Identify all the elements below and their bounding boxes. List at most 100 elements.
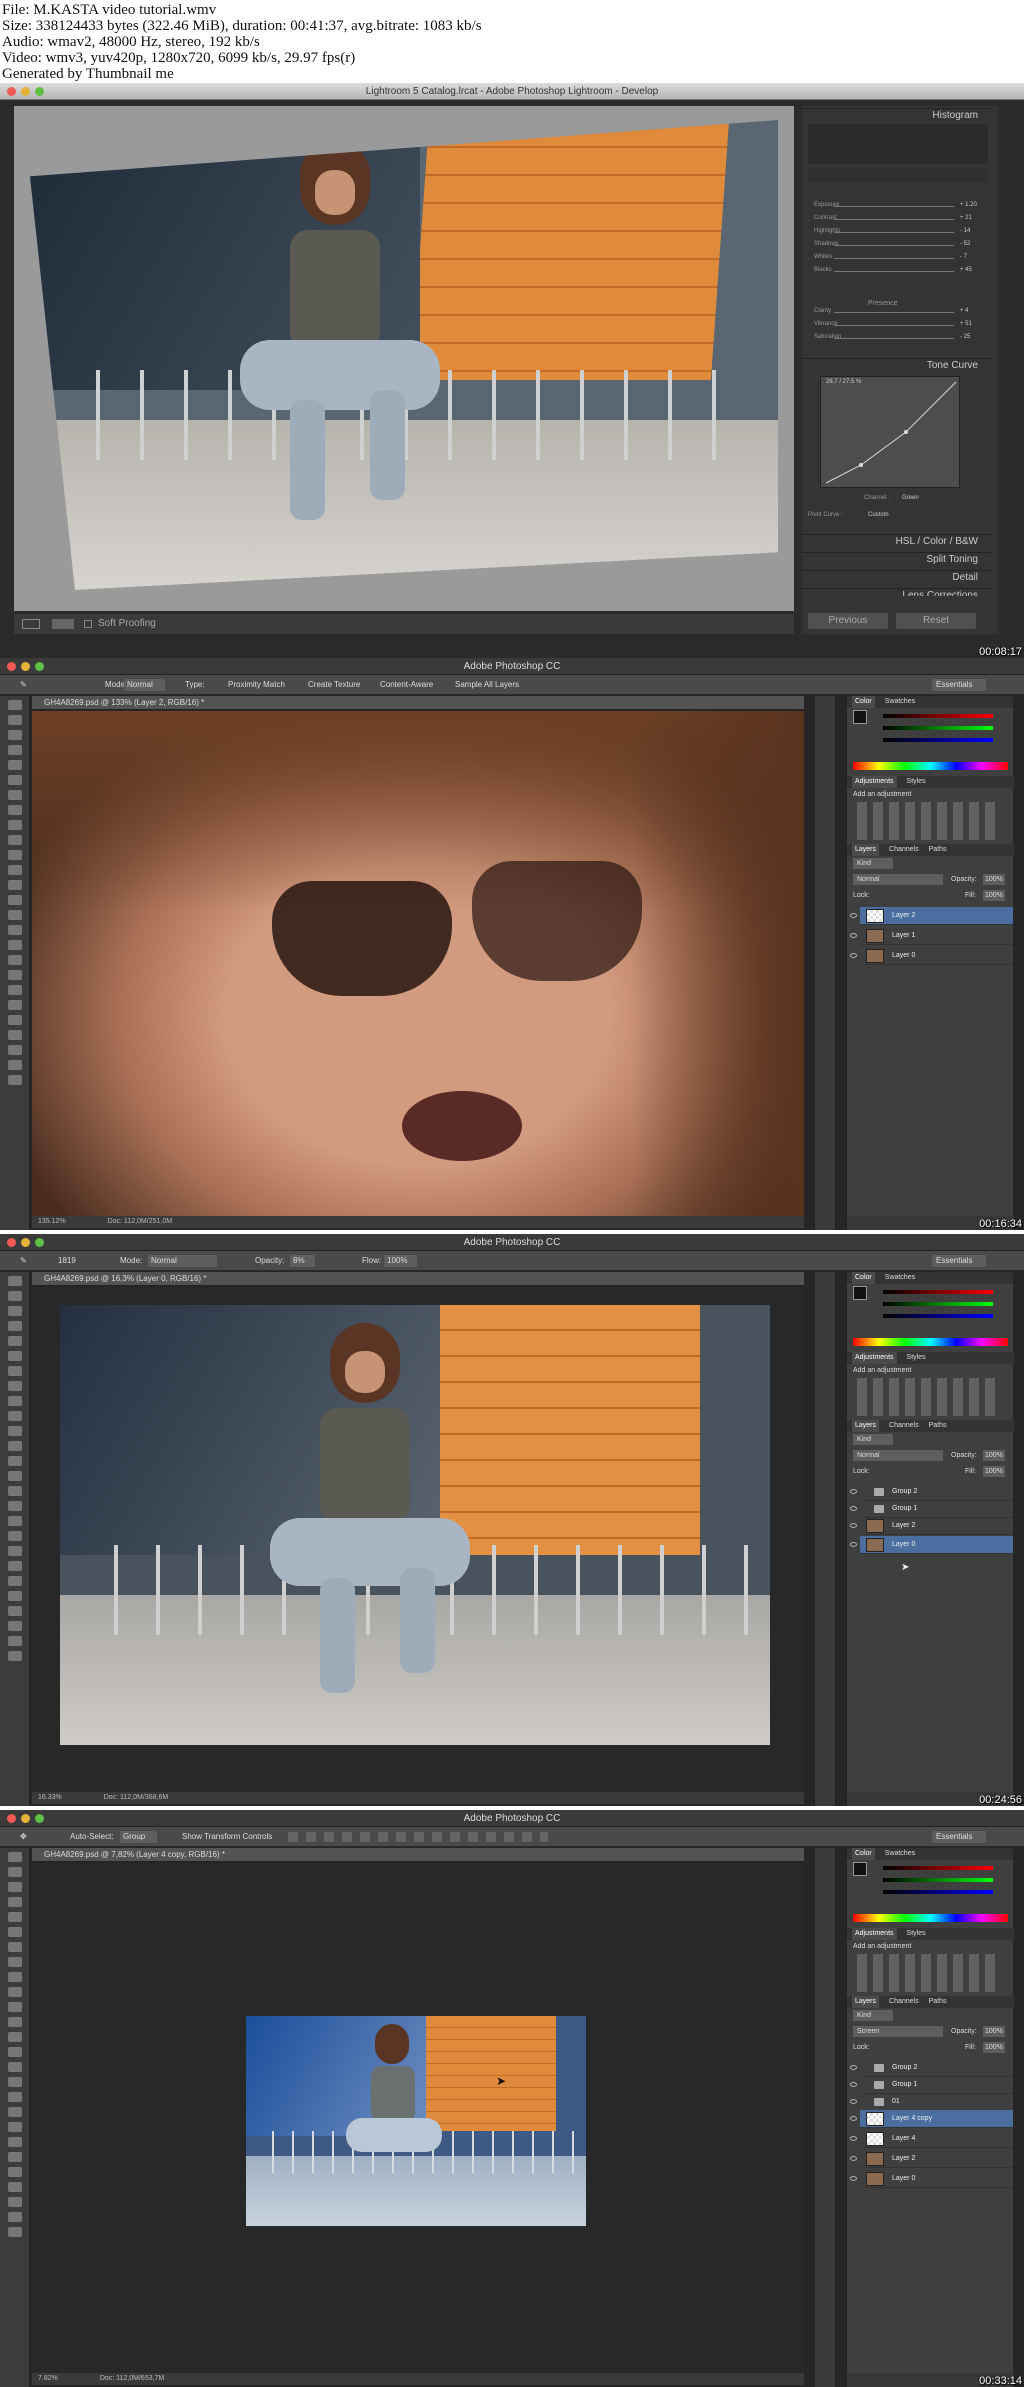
tool-button-icon[interactable]: [8, 2077, 22, 2087]
adjustment-icons[interactable]: [857, 1378, 997, 1416]
tab-styles[interactable]: Styles: [907, 776, 926, 788]
slider-value[interactable]: - 52: [960, 241, 970, 247]
tool-button-icon[interactable]: [8, 865, 22, 875]
tool-button-icon[interactable]: [8, 910, 22, 920]
tool-button-icon[interactable]: [8, 1912, 22, 1922]
adjustment-slider[interactable]: [834, 245, 954, 246]
tool-button-icon[interactable]: [8, 715, 22, 725]
tab-paths[interactable]: Paths: [929, 844, 947, 856]
visibility-eye-icon[interactable]: [850, 1506, 857, 1511]
tool-button-icon[interactable]: [8, 1456, 22, 1466]
tool-button-icon[interactable]: [8, 745, 22, 755]
tool-button-icon[interactable]: [8, 730, 22, 740]
visibility-eye-icon[interactable]: [850, 953, 857, 958]
group-select[interactable]: Group: [120, 1831, 158, 1843]
sample-all-checkbox[interactable]: Sample All Layers: [455, 675, 519, 695]
tab-adjustments[interactable]: Adjustments: [852, 1352, 897, 1364]
tool-button-icon[interactable]: [8, 1276, 22, 1286]
tool-button-icon[interactable]: [8, 1942, 22, 1952]
mode-select[interactable]: Normal: [124, 679, 165, 691]
tool-button-icon[interactable]: [8, 925, 22, 935]
tool-button-icon[interactable]: [8, 1882, 22, 1892]
visibility-eye-icon[interactable]: [850, 2065, 857, 2070]
tool-button-icon[interactable]: [8, 1321, 22, 1331]
visibility-eye-icon[interactable]: [850, 1523, 857, 1528]
tool-button-icon[interactable]: [8, 2227, 22, 2237]
tool-button-icon[interactable]: [8, 1987, 22, 1997]
fill-field[interactable]: 100%: [983, 890, 1005, 901]
tool-button-icon[interactable]: [8, 1030, 22, 1040]
tool-button-icon[interactable]: [8, 2152, 22, 2162]
adjustment-slider[interactable]: [834, 219, 954, 220]
move-tool-icon[interactable]: ✥: [20, 1827, 27, 1847]
tool-button-icon[interactable]: [8, 1291, 22, 1301]
adjustment-slider[interactable]: [834, 206, 954, 207]
tab-layers[interactable]: Layers: [852, 1996, 880, 2008]
tool-button-icon[interactable]: [8, 1396, 22, 1406]
tab-color[interactable]: Color: [852, 696, 875, 708]
tool-button-icon[interactable]: [8, 1957, 22, 1967]
workspace-select[interactable]: Essentials: [932, 679, 987, 691]
tool-button-icon[interactable]: [8, 2047, 22, 2057]
zoom-readout[interactable]: 16.33%: [38, 1794, 62, 1801]
visibility-eye-icon[interactable]: [850, 2176, 857, 2181]
tool-button-icon[interactable]: [8, 955, 22, 965]
detail-header[interactable]: Detail: [802, 570, 992, 584]
brush-icon[interactable]: ✎: [20, 1251, 27, 1271]
healing-brush-icon[interactable]: ✎: [20, 675, 27, 695]
tool-button-icon[interactable]: [8, 1075, 22, 1085]
tool-button-icon[interactable]: [8, 1651, 22, 1661]
close-window-button[interactable]: [7, 662, 16, 671]
minimize-window-button[interactable]: [21, 1814, 30, 1823]
close-window-button[interactable]: [7, 1238, 16, 1247]
slider-value[interactable]: - 14: [960, 228, 970, 234]
blend-mode-select[interactable]: Normal: [853, 874, 943, 885]
tab-adjustments[interactable]: Adjustments: [852, 1928, 897, 1940]
tool-button-icon[interactable]: [8, 1546, 22, 1556]
tool-button-icon[interactable]: [8, 1927, 22, 1937]
layer-row[interactable]: Layer 1: [850, 927, 1013, 945]
flow-field[interactable]: 100%: [384, 1255, 418, 1267]
document-tab[interactable]: GH4A8269.psd @ 16,3% (Layer 0, RGB/16) *: [32, 1272, 804, 1286]
fill-field[interactable]: 100%: [983, 1466, 1005, 1477]
tone-curve-header[interactable]: Tone Curve: [802, 358, 992, 372]
tab-styles[interactable]: Styles: [907, 1352, 926, 1364]
slider-value[interactable]: + 1.20: [960, 202, 977, 208]
layer-row[interactable]: Layer 4 copy: [850, 2110, 1013, 2128]
adjustment-slider[interactable]: [834, 258, 954, 259]
tab-swatches[interactable]: Swatches: [885, 1272, 915, 1284]
tool-button-icon[interactable]: [8, 1381, 22, 1391]
tool-button-icon[interactable]: [8, 895, 22, 905]
tool-button-icon[interactable]: [8, 1636, 22, 1646]
layer-row[interactable]: 01: [850, 2093, 1013, 2111]
slider-value[interactable]: + 4: [960, 308, 969, 314]
adjustment-icons[interactable]: [857, 802, 997, 840]
adjustment-slider[interactable]: [834, 312, 954, 313]
tool-button-icon[interactable]: [8, 1561, 22, 1571]
workspace-select[interactable]: Essentials: [932, 1831, 987, 1843]
tab-paths[interactable]: Paths: [929, 1996, 947, 2008]
layer-row[interactable]: Layer 0: [850, 947, 1013, 965]
tab-layers[interactable]: Layers: [852, 844, 880, 856]
tool-button-icon[interactable]: [8, 1351, 22, 1361]
tool-button-icon[interactable]: [8, 820, 22, 830]
tool-button-icon[interactable]: [8, 985, 22, 995]
tool-button-icon[interactable]: [8, 1426, 22, 1436]
tool-button-icon[interactable]: [8, 1852, 22, 1862]
visibility-eye-icon[interactable]: [850, 2099, 857, 2104]
auto-select-checkbox[interactable]: Auto-Select:: [70, 1827, 114, 1847]
tab-layers[interactable]: Layers: [852, 1420, 880, 1432]
tool-button-icon[interactable]: [8, 1045, 22, 1055]
tool-button-icon[interactable]: [8, 1516, 22, 1526]
tool-button-icon[interactable]: [8, 1501, 22, 1511]
workspace-select[interactable]: Essentials: [932, 1255, 987, 1267]
tool-button-icon[interactable]: [8, 1486, 22, 1496]
tool-button-icon[interactable]: [8, 835, 22, 845]
kind-filter[interactable]: Kind: [853, 2010, 893, 2021]
proximity-radio[interactable]: Proximity Match: [228, 675, 285, 695]
tab-adjustments[interactable]: Adjustments: [852, 776, 897, 788]
kind-filter[interactable]: Kind: [853, 1434, 893, 1445]
minimize-window-button[interactable]: [21, 1238, 30, 1247]
tool-button-icon[interactable]: [8, 2212, 22, 2222]
opacity-field[interactable]: 8%: [290, 1255, 315, 1267]
